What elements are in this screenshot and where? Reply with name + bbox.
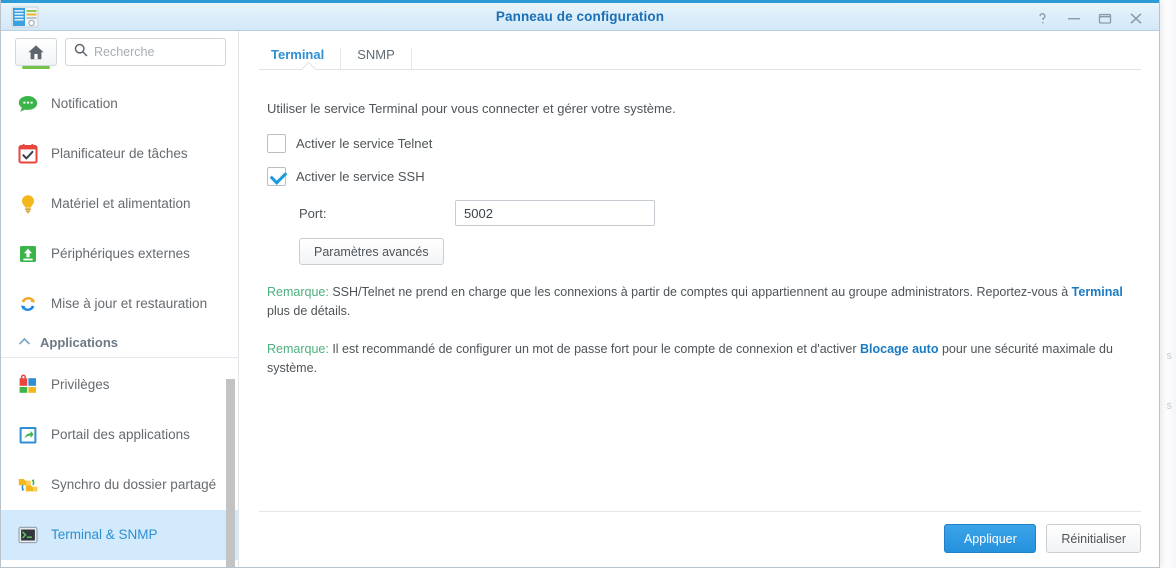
remark-keyword: Remarque: [267,341,329,356]
sidebar-item-label: Planificateur de tâches [51,145,188,161]
apply-button[interactable]: Appliquer [944,524,1037,553]
port-label: Port: [299,205,327,221]
sidebar-nav: Notification Planificateur de tâches Mat… [1,79,238,567]
panel-footer: Appliquer Réinitialiser [259,511,1141,567]
sidebar-scrollbar[interactable] [223,31,237,567]
sidebar-item-hardware-power[interactable]: Matériel et alimentation [1,179,238,229]
remark-ssh-telnet: Remarque: SSH/Telnet ne prend en charge … [267,283,1129,322]
sidebar-item-update-restore[interactable]: Mise à jour et restauration [1,279,238,329]
maximize-button[interactable] [1089,5,1120,33]
tab-snmp[interactable]: SNMP [341,48,412,69]
sidebar-item-label: Notification [51,95,118,111]
reset-button[interactable]: Réinitialiser [1046,524,1141,553]
sidebar-item-label: Privilèges [51,376,110,392]
ssh-checkbox-row[interactable]: Activer le service SSH [267,167,1137,186]
main-pane: Terminal SNMP Utiliser le service Termin… [239,31,1159,567]
sidebar-item-task-scheduler[interactable]: Planificateur de tâches [1,129,238,179]
control-panel-window: Panneau de configuration Recherche Notif… [0,0,1160,568]
remark-text-after: plus de détails. [267,304,351,319]
help-button[interactable] [1027,5,1058,33]
ssh-checkbox-label[interactable]: Activer le service SSH [296,169,425,184]
telnet-checkbox-label[interactable]: Activer le service Telnet [296,136,432,151]
tab-terminal[interactable]: Terminal [259,48,342,69]
sidebar-item-label: Terminal & SNMP [51,526,158,542]
sidebar-item-label: Matériel et alimentation [51,195,191,211]
sidebar-item-label: Mise à jour et restauration [51,295,208,311]
app-portal-icon [17,424,39,446]
telnet-checkbox[interactable] [267,134,286,153]
ssh-checkbox[interactable] [267,167,286,186]
terminal-settings-panel: Utiliser le service Terminal pour vous c… [239,79,1159,511]
search-box[interactable] [65,38,226,66]
privileges-icon [17,374,39,396]
telnet-checkbox-row[interactable]: Activer le service Telnet [267,134,1137,153]
sidebar-scrollbar-thumb[interactable] [226,379,235,567]
remark-keyword: Remarque: [267,285,329,299]
search-icon [74,43,88,62]
window-titlebar: Panneau de configuration [1,0,1159,31]
sidebar-item-external-devices[interactable]: Périphériques externes [1,229,238,279]
sidebar-item-notification[interactable]: Notification [1,79,238,129]
refresh-icon [17,293,39,315]
advanced-settings-button[interactable]: Paramètres avancés [299,238,444,265]
lightbulb-icon [17,193,39,215]
remark-text-before: SSH/Telnet ne prend en charge que les co… [328,285,1072,299]
sidebar-item-label: Synchro du dossier partagé [51,476,217,492]
sidebar-item-label: Portail des applications [51,426,190,442]
sidebar-item-label: Périphériques externes [51,245,190,261]
sidebar: Notification Planificateur de tâches [1,31,239,567]
minimize-button[interactable] [1058,5,1089,33]
sidebar-item-terminal-snmp[interactable]: Terminal & SNMP [1,510,238,560]
window-title: Panneau de configuration [495,9,665,24]
background-ghost-text: s [1166,400,1173,412]
sidebar-section-applications[interactable]: Applications [1,329,238,358]
tab-bar: Terminal SNMP [259,39,1141,78]
footer-buttons: Appliquer Réinitialiser [944,524,1141,553]
external-device-icon [17,243,39,265]
sidebar-toolbar [1,31,238,73]
remark-password: Remarque: Il est recommandé de configure… [267,340,1129,379]
background-ghost-text: s [1166,350,1173,362]
panel-description: Utiliser le service Terminal pour vous c… [267,101,676,116]
remark-text-before: Il est recommandé de configurer un mot d… [328,341,860,356]
chat-bubble-icon [17,93,39,115]
sidebar-item-privileges[interactable]: Privilèges [1,360,238,410]
port-input[interactable] [455,200,655,226]
chevron-up-icon [18,337,31,349]
folder-sync-icon [17,474,39,496]
port-row: Port: [299,200,1137,226]
auto-block-link[interactable]: Blocage auto [860,342,939,356]
terminal-link[interactable]: Terminal [1072,285,1123,299]
calendar-check-icon [17,143,39,165]
window-controls [1027,3,1151,34]
close-button[interactable] [1120,5,1151,33]
sidebar-item-application-portal[interactable]: Portail des applications [1,410,238,460]
home-active-indicator [22,66,50,69]
home-button[interactable] [15,38,57,69]
sidebar-item-shared-folder-sync[interactable]: Synchro du dossier partagé [1,460,238,510]
terminal-icon [17,524,39,546]
sidebar-section-label: Applications [40,335,119,350]
search-input[interactable] [94,45,225,59]
